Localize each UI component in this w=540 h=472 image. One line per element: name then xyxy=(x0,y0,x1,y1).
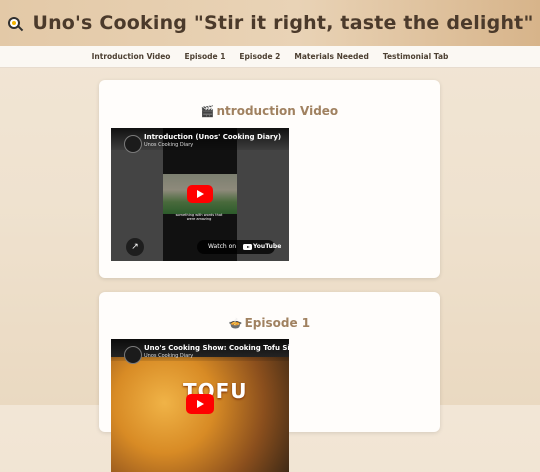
video-channel: Unos Cooking Diary xyxy=(144,353,194,359)
video-caption: something with words that were amazing xyxy=(175,213,223,221)
introduction-video-heading-text: ntroduction Video xyxy=(216,104,339,118)
nav-bar: Introduction Video Episode 1 Episode 2 M… xyxy=(0,46,540,68)
frying-pan-icon xyxy=(6,14,24,32)
introduction-video-player[interactable]: something with words that were amazing I… xyxy=(111,128,289,261)
channel-avatar[interactable] xyxy=(124,135,142,153)
share-icon[interactable]: ↗ xyxy=(126,238,144,256)
nav-introduction-video[interactable]: Introduction Video xyxy=(92,52,171,61)
site-title: Uno's Cooking "Stir it right, taste the … xyxy=(32,12,534,34)
watch-on-youtube-button[interactable]: Watch on YouTube xyxy=(197,240,281,254)
episode-1-card: 🍲 Episode 1 TOFU Uno's Cooking Show: Coo… xyxy=(99,292,440,472)
youtube-logo-icon xyxy=(243,244,252,250)
episode-1-heading-text: Episode 1 xyxy=(244,316,311,330)
video-title[interactable]: Uno's Cooking Show: Cooking Tofu Si xyxy=(144,344,289,352)
introduction-video-heading: 🎬 ntroduction Video xyxy=(99,104,440,118)
episode-1-heading: 🍲 Episode 1 xyxy=(99,316,440,330)
play-button[interactable] xyxy=(187,185,213,203)
clapperboard-icon: 🎬 xyxy=(200,104,215,118)
youtube-wordmark: YouTube xyxy=(253,243,282,250)
video-title[interactable]: Introduction (Unos' Cooking Diary) xyxy=(144,133,281,141)
nav-episode-2[interactable]: Episode 2 xyxy=(239,52,280,61)
video-channel: Unos Cooking Diary xyxy=(144,142,194,148)
nav-episode-1[interactable]: Episode 1 xyxy=(184,52,225,61)
nav-materials-needed[interactable]: Materials Needed xyxy=(294,52,368,61)
introduction-video-card: 🎬 ntroduction Video something with words… xyxy=(99,80,440,278)
play-button[interactable] xyxy=(186,394,214,414)
watch-on-label: Watch on xyxy=(208,243,237,250)
nav-testimonial-tab[interactable]: Testimonial Tab xyxy=(383,52,449,61)
site-header: Uno's Cooking "Stir it right, taste the … xyxy=(0,0,540,46)
video-thumbnail xyxy=(111,357,289,472)
channel-avatar[interactable] xyxy=(124,346,142,364)
episode-1-video-player[interactable]: TOFU Uno's Cooking Show: Cooking Tofu Si… xyxy=(111,339,289,472)
cooking-pot-icon: 🍲 xyxy=(228,316,243,330)
